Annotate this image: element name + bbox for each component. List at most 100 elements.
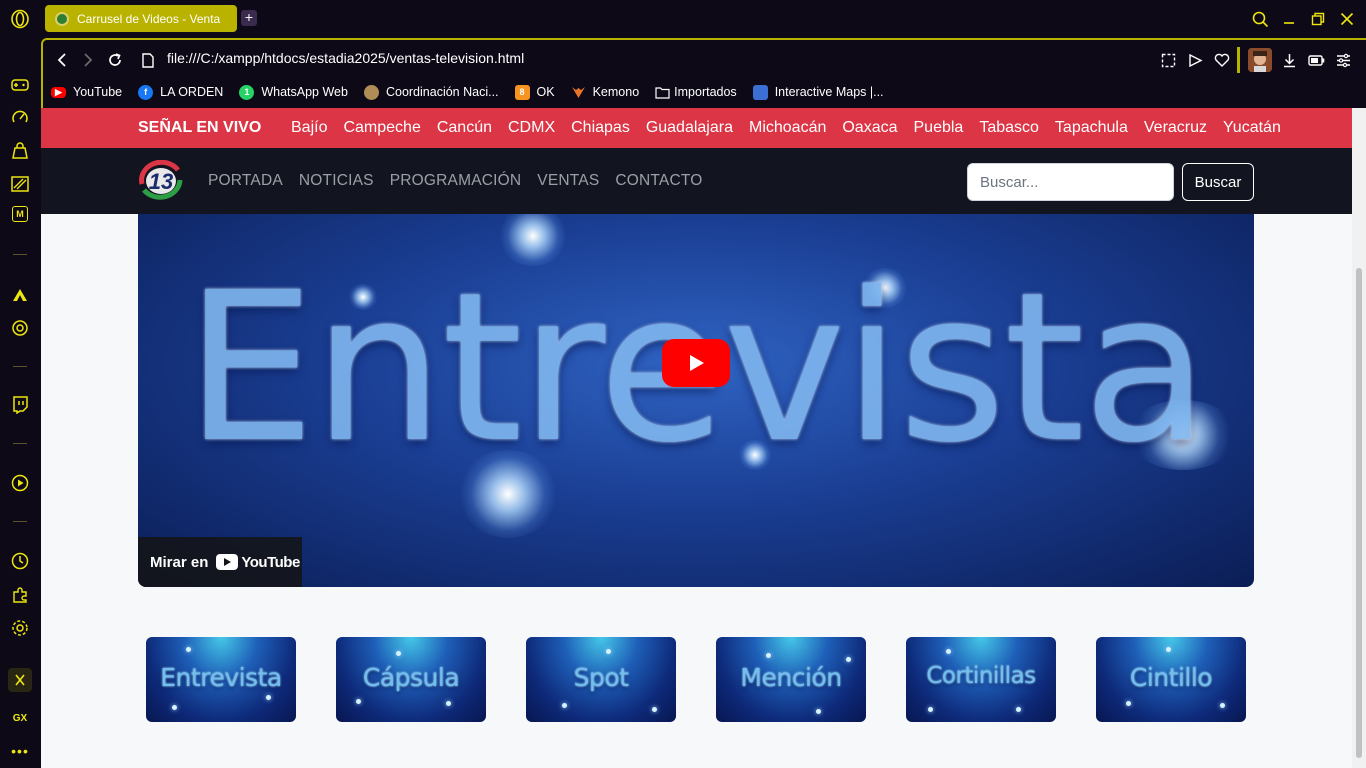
video-thumbnail-carousel: Entrevista Cápsula Spot Mención Cortinil… [41, 637, 1352, 722]
nav-portada[interactable]: PORTADA [208, 172, 283, 190]
live-signal-label: SEÑAL EN VIVO [138, 119, 262, 136]
reload-icon[interactable] [104, 49, 126, 71]
sparkle [396, 651, 401, 656]
youtube-play-icon [216, 554, 239, 570]
nav-noticias[interactable]: NOTICIAS [299, 172, 374, 190]
browser-sidebar: M GX ••• [0, 0, 41, 768]
city-link-bajio[interactable]: Bajío [291, 119, 327, 137]
city-link-campeche[interactable]: Campeche [343, 119, 420, 137]
scrollbar-thumb[interactable] [1356, 268, 1362, 758]
sparkle [606, 649, 611, 654]
thumbnail-cortinillas[interactable]: Cortinillas [906, 637, 1056, 722]
snapshot-icon[interactable] [1157, 49, 1179, 71]
search-button[interactable]: Buscar [1182, 163, 1254, 201]
watch-on-youtube[interactable]: Mirar en YouTube [138, 537, 302, 587]
city-link-cdmx[interactable]: CDMX [508, 119, 555, 137]
channel-13-logo[interactable]: 13 [138, 159, 184, 202]
minimize-icon[interactable] [1278, 8, 1300, 30]
bookmark-coordinacion[interactable]: Coordinación Naci... [363, 84, 499, 100]
bookmark-kemono[interactable]: Kemono [571, 85, 639, 100]
store-icon[interactable] [9, 140, 31, 162]
thumbnail-label: Spot [573, 663, 629, 692]
city-link-guadalajara[interactable]: Guadalajara [646, 119, 733, 137]
city-link-yucatan[interactable]: Yucatán [1223, 119, 1281, 137]
sparkle [186, 647, 191, 652]
city-link-puebla[interactable]: Puebla [914, 119, 964, 137]
easy-setup-icon[interactable] [1332, 49, 1354, 71]
new-tab-button[interactable]: + [241, 10, 257, 26]
sparkle [356, 699, 361, 704]
thumbnail-label: Mención [740, 663, 842, 692]
thumbnail-mencion[interactable]: Mención [716, 637, 866, 722]
more-options-icon[interactable]: ••• [9, 740, 31, 762]
extensions-icon[interactable] [9, 584, 31, 606]
sparkle [1166, 647, 1171, 652]
thumbnail-label: Cortinillas [926, 663, 1036, 689]
speedometer-icon[interactable] [9, 107, 31, 129]
search-input[interactable] [967, 163, 1174, 201]
sparkle [562, 703, 567, 708]
youtube-video-player[interactable]: Entrevista Mirar en YouTube [138, 214, 1254, 587]
file-icon [137, 49, 159, 71]
toolbar-divider [1237, 47, 1240, 73]
send-icon[interactable] [1184, 49, 1206, 71]
gx-badge[interactable]: GX [9, 707, 31, 729]
history-icon[interactable] [9, 550, 31, 572]
sparkle [816, 709, 821, 714]
sparkle [1220, 703, 1225, 708]
city-link-veracruz[interactable]: Veracruz [1144, 119, 1207, 137]
play-button[interactable] [662, 339, 730, 387]
twitch-icon[interactable] [9, 394, 31, 416]
nav-ventas[interactable]: VENTAS [537, 172, 599, 190]
bookmark-ok[interactable]: 8 OK [514, 84, 555, 100]
city-link-tabasco[interactable]: Tabasco [979, 119, 1039, 137]
download-icon[interactable] [1278, 49, 1300, 71]
opera-logo-icon[interactable] [9, 8, 31, 30]
bookmark-youtube[interactable]: ▶ YouTube [51, 85, 122, 99]
chatgpt-icon[interactable] [9, 317, 31, 339]
news-icon[interactable] [9, 173, 31, 195]
sparkle [266, 695, 271, 700]
battery-icon[interactable] [1305, 49, 1327, 71]
sparkle [652, 707, 657, 712]
sparkle [1016, 707, 1021, 712]
nav-programacion[interactable]: PROGRAMACIÓN [390, 172, 522, 190]
city-link-cancun[interactable]: Cancún [437, 119, 492, 137]
forward-icon[interactable] [77, 49, 99, 71]
city-link-tapachula[interactable]: Tapachula [1055, 119, 1128, 137]
city-link-chiapas[interactable]: Chiapas [571, 119, 630, 137]
thumbnail-label: Cápsula [362, 663, 460, 692]
sparkle [172, 705, 177, 710]
thumbnail-cintillo[interactable]: Cintillo [1096, 637, 1246, 722]
music-icon[interactable]: M [12, 206, 28, 222]
thumbnail-spot[interactable]: Spot [526, 637, 676, 722]
profile-avatar[interactable] [1248, 48, 1272, 72]
bookmark-la-orden[interactable]: f LA ORDEN [138, 84, 223, 100]
bookmark-interactive-maps[interactable]: Interactive Maps |... [752, 84, 884, 100]
bookmark-whatsapp[interactable]: 1 WhatsApp Web [239, 84, 348, 100]
odnoklassniki-icon: 8 [514, 84, 530, 100]
youtube-brand-text: YouTube [241, 553, 300, 571]
thumbnail-capsula[interactable]: Cápsula [336, 637, 486, 722]
heart-icon[interactable] [1211, 49, 1233, 71]
page-scrollbar[interactable] [1352, 108, 1366, 768]
close-icon[interactable] [1336, 8, 1358, 30]
restore-icon[interactable] [1307, 8, 1329, 30]
gamepad-icon[interactable] [9, 74, 31, 96]
settings-gear-icon[interactable] [9, 617, 31, 639]
tab-active[interactable]: Carrusel de Videos - Venta [45, 5, 237, 32]
player-icon[interactable] [9, 472, 31, 494]
sparkle [766, 653, 771, 658]
city-link-michoacan[interactable]: Michoacán [749, 119, 826, 137]
search-icon[interactable] [1249, 8, 1271, 30]
aria-icon[interactable] [9, 284, 31, 306]
thumbnail-entrevista[interactable]: Entrevista [146, 637, 296, 722]
address-bar[interactable]: file:///C:/xampp/htdocs/estadia2025/vent… [167, 50, 524, 66]
nav-contacto[interactable]: CONTACTO [615, 172, 702, 190]
city-link-oaxaca[interactable]: Oaxaca [842, 119, 897, 137]
facebook-icon: f [138, 84, 154, 100]
gx-control-icon[interactable] [8, 668, 32, 692]
bookmark-folder-importados[interactable]: Importados [655, 85, 737, 100]
web-page: SEÑAL EN VIVO Bajío Campeche Cancún CDMX… [41, 108, 1352, 768]
back-icon[interactable] [51, 49, 73, 71]
